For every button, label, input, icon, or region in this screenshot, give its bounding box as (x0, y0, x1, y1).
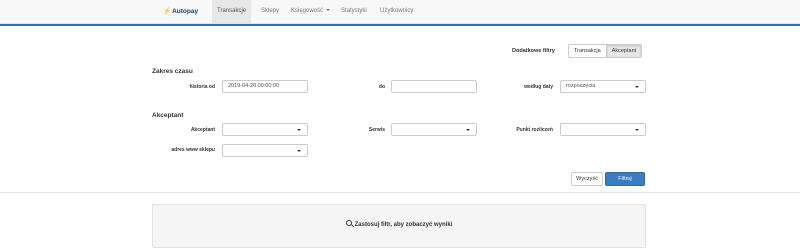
nav-sklepy[interactable]: Sklepy (256, 0, 284, 23)
nav-ksiegowosc[interactable]: Księgowość (286, 0, 335, 23)
history-from-input[interactable]: 2019-04-20 00:00:00 (222, 80, 308, 93)
nav-uzytkownicy[interactable]: Użytkownicy (375, 0, 418, 23)
by-date-select[interactable]: rozpoczęcia (560, 80, 646, 93)
nav-transakcje[interactable]: Transakcje (212, 0, 252, 23)
time-range-title: Zakres czasu (152, 68, 193, 75)
nav-statystyki[interactable]: Statystyki (336, 0, 372, 23)
extra-filters-toggle: Transakcja Akceptant (568, 44, 643, 58)
shop-url-label: adres www sklepu (171, 147, 215, 153)
extra-filters-label: Dodatkowe filtry (512, 48, 555, 54)
chevron-down-icon (466, 129, 470, 131)
top-navbar: ⚡Autopay Transakcje Sklepy Księgowość St… (0, 0, 800, 24)
to-label: do (378, 84, 385, 90)
header-accent-line (0, 24, 800, 26)
chevron-down-icon (635, 86, 639, 88)
filter-transakcja-button[interactable]: Transakcja (568, 44, 607, 58)
results-message-text: Zastosuj filtr, aby zobaczyć wyniki (354, 222, 453, 229)
results-message: Zastosuj filtr, aby zobaczyć wyniki (153, 220, 645, 229)
brand-name: Autopay (172, 8, 199, 15)
history-from-label: historia od (189, 84, 215, 90)
settlement-point-select[interactable] (560, 123, 646, 136)
acceptor-title: Akceptant (152, 112, 184, 119)
filter-akceptant-button[interactable]: Akceptant (606, 44, 643, 58)
shop-url-select[interactable] (222, 144, 308, 157)
chevron-down-icon (326, 9, 331, 12)
by-date-label: według daty (524, 84, 553, 90)
service-select[interactable] (391, 123, 477, 136)
chevron-down-icon (297, 150, 301, 152)
nav-ksiegowosc-label: Księgowość (291, 8, 324, 14)
filter-button[interactable]: Filtruj (605, 172, 645, 186)
settlement-point-label: Punkt rozliczeń (516, 127, 553, 133)
clear-button[interactable]: Wyczyść (571, 172, 603, 186)
results-panel: Zastosuj filtr, aby zobaczyć wyniki (152, 204, 646, 248)
acceptor-label: Akceptant (190, 127, 215, 133)
acceptor-select[interactable] (222, 123, 308, 136)
chevron-down-icon (297, 129, 301, 131)
brand-logo[interactable]: ⚡Autopay (163, 7, 198, 15)
chevron-down-icon (635, 129, 639, 131)
bolt-icon: ⚡ (163, 8, 172, 15)
service-label: Serwis (368, 127, 385, 133)
by-date-value: rozpoczęcia (566, 83, 596, 89)
search-icon (345, 220, 353, 227)
section-divider (0, 192, 800, 193)
to-input[interactable] (391, 80, 477, 93)
